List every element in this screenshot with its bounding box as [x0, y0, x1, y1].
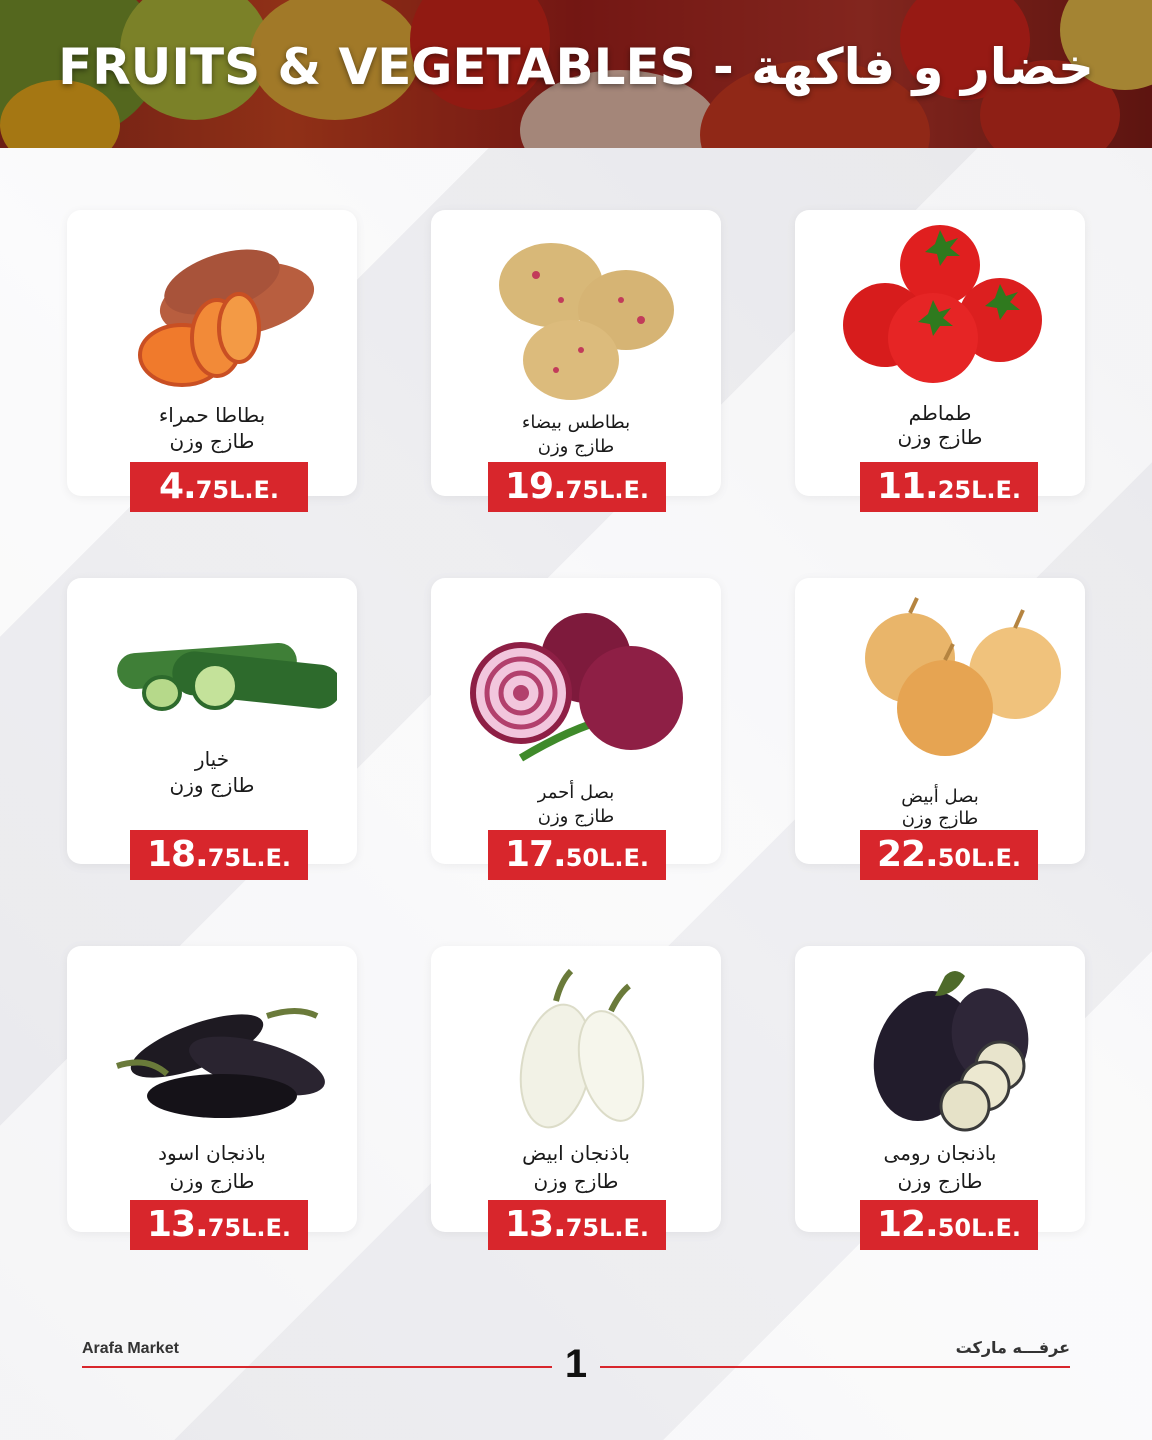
- red-onion-icon: [470, 613, 683, 762]
- product-card[interactable]: بطاطا حمراء طازج وزن: [67, 210, 357, 496]
- product-detail: طازج وزن: [537, 806, 615, 827]
- product-card[interactable]: طماطم طازج وزن: [795, 210, 1085, 496]
- price-tag: 18. 75 L.E.: [130, 830, 308, 880]
- potato-icon: [499, 243, 674, 400]
- price-currency: L.E.: [241, 844, 292, 872]
- product-detail: طازج وزن: [169, 1169, 255, 1193]
- price-decimal: 75: [565, 476, 600, 504]
- price-integer: 4.: [158, 466, 197, 507]
- price-tag: 22. 50 L.E.: [860, 830, 1038, 880]
- product-card[interactable]: بصل أحمر طازج وزن: [431, 578, 721, 864]
- price-currency: L.E.: [971, 844, 1022, 872]
- price-tag: 17. 50 L.E.: [488, 830, 666, 880]
- footer-divider-left: [82, 1366, 552, 1368]
- price-currency: L.E.: [971, 1214, 1022, 1242]
- price-integer: 12.: [876, 1204, 939, 1245]
- product-name: بصل أحمر: [537, 782, 615, 803]
- price-tag: 11. 25 L.E.: [860, 462, 1038, 512]
- white-onion-icon: [865, 597, 1061, 756]
- product-card[interactable]: باذنجان ابيض طازج وزن: [431, 946, 721, 1232]
- footer-brand-en: Arafa Market: [82, 1340, 179, 1357]
- product-detail: طازج وزن: [897, 425, 983, 449]
- price-currency: L.E.: [599, 1214, 650, 1242]
- footer-brand-ar: عرفـــه ماركت: [955, 1338, 1070, 1357]
- product-card[interactable]: بطاطس بيضاء طازج وزن: [431, 210, 721, 496]
- cucumber-icon: [117, 642, 337, 711]
- product-name: بطاطس بيضاء: [521, 412, 631, 433]
- product-detail: طازج وزن: [897, 1169, 983, 1193]
- price-tag: 13. 75 L.E.: [130, 1200, 308, 1250]
- price-currency: L.E.: [599, 476, 650, 504]
- price-tag: 19. 75 L.E.: [488, 462, 666, 512]
- price-tag: 4. 75 L.E.: [130, 462, 308, 512]
- white-eggplant-icon: [519, 968, 645, 1129]
- product-card[interactable]: باذنجان رومى طازج وزن: [795, 946, 1085, 1232]
- price-decimal: 50: [565, 844, 600, 872]
- price-integer: 13.: [504, 1204, 567, 1245]
- price-decimal: 50: [937, 844, 972, 872]
- footer-divider-right: [600, 1366, 1070, 1368]
- price-integer: 13.: [146, 1204, 209, 1245]
- price-currency: L.E.: [599, 844, 650, 872]
- price-integer: 18.: [146, 834, 209, 875]
- product-card[interactable]: خيار طازج وزن: [67, 578, 357, 864]
- price-decimal: 75: [207, 844, 242, 872]
- product-card[interactable]: بصل أبيض طازج وزن: [795, 578, 1085, 864]
- black-eggplant-icon: [116, 1008, 325, 1118]
- product-name: باذنجان ابيض: [522, 1141, 630, 1165]
- price-integer: 19.: [504, 466, 567, 507]
- price-currency: L.E.: [229, 476, 280, 504]
- product-detail: طازج وزن: [537, 436, 615, 457]
- price-decimal: 75: [195, 476, 230, 504]
- price-decimal: 75: [565, 1214, 600, 1242]
- roman-eggplant-icon: [873, 971, 1029, 1132]
- product-name: باذنجان اسود: [158, 1141, 266, 1165]
- product-detail: طازج وزن: [901, 808, 979, 829]
- product-name: بطاطا حمراء: [158, 403, 266, 427]
- price-currency: L.E.: [241, 1214, 292, 1242]
- page-title: FRUITS & VEGETABLES - خضار و فاكهة: [58, 38, 1094, 96]
- sweet-potato-icon: [138, 249, 315, 387]
- price-tag: 13. 75 L.E.: [488, 1200, 666, 1250]
- page-number: 1: [564, 1342, 588, 1386]
- price-decimal: 25: [937, 476, 972, 504]
- price-integer: 22.: [876, 834, 939, 875]
- price-decimal: 50: [937, 1214, 972, 1242]
- product-name: باذنجان رومى: [883, 1141, 997, 1165]
- product-detail: طازج وزن: [169, 429, 255, 453]
- price-tag: 12. 50 L.E.: [860, 1200, 1038, 1250]
- price-integer: 11.: [876, 466, 939, 507]
- product-detail: طازج وزن: [533, 1169, 619, 1193]
- price-currency: L.E.: [971, 476, 1022, 504]
- price-decimal: 75: [207, 1214, 242, 1242]
- tomato-icon: [843, 225, 1042, 383]
- product-name: طماطم: [908, 401, 972, 425]
- product-detail: طازج وزن: [169, 773, 255, 797]
- product-card[interactable]: باذنجان اسود طازج وزن: [67, 946, 357, 1232]
- price-integer: 17.: [504, 834, 567, 875]
- header-banner: FRUITS & VEGETABLES - خضار و فاكهة: [0, 0, 1152, 148]
- product-name: خيار: [194, 747, 230, 771]
